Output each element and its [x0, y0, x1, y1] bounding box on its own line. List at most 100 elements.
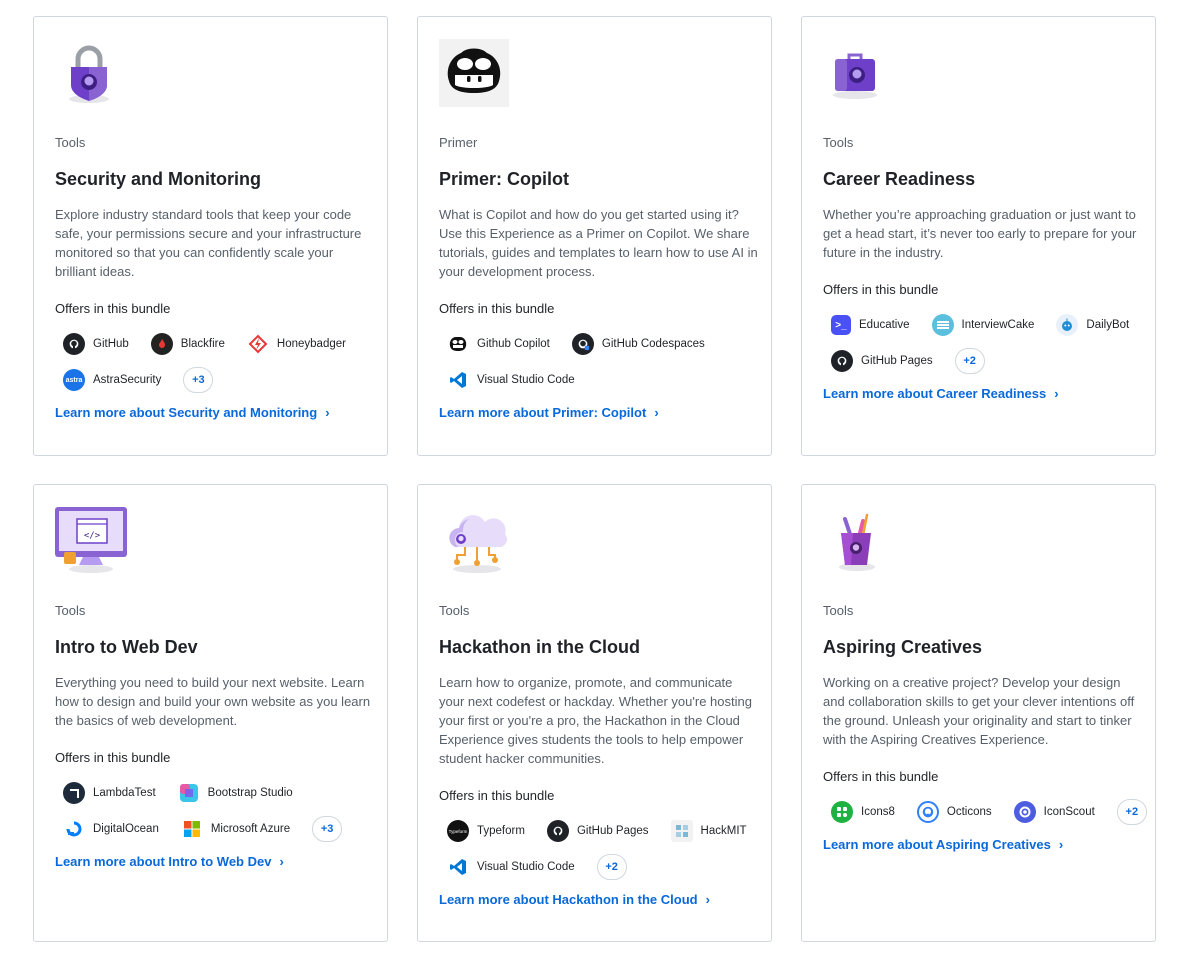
offer-name: IconScout [1043, 806, 1095, 818]
card-title: Career Readiness [823, 169, 976, 189]
bundle-card-security: Tools Security and Monitoring Explore in… [33, 16, 388, 456]
learn-more-link[interactable]: Learn more about Hackathon in the Cloud › [439, 892, 710, 908]
offer-octicons[interactable]: Octicons [916, 799, 992, 825]
bundle-card-webdev: </> Tools Intro to Web Dev Everything yo… [33, 484, 388, 942]
chevron-right-icon: › [279, 854, 284, 869]
offer-github[interactable]: GitHub [63, 331, 129, 357]
vscode-logo-icon [447, 369, 469, 391]
more-offers-badge[interactable]: +3 [312, 816, 343, 842]
offer-name: GitHub Pages [861, 355, 933, 367]
card-title: Aspiring Creatives [823, 637, 983, 657]
offer-name: DigitalOcean [93, 823, 159, 835]
card-category: Tools [55, 603, 86, 618]
offer-typeform[interactable]: Typeform Typeform [447, 818, 525, 844]
offer-name: Visual Studio Code [477, 861, 575, 873]
learn-more-label: Learn more about Career Readiness [823, 386, 1047, 401]
offers-list: >_ Educative InterviewCake DailyBot GitH… [823, 312, 1153, 374]
learn-more-link[interactable]: Learn more about Security and Monitoring… [55, 405, 330, 421]
card-description: Learn how to organize, promote, and comm… [439, 675, 752, 766]
learn-more-label: Learn more about Intro to Web Dev [55, 854, 272, 869]
octicons-logo-icon [916, 801, 939, 823]
github-logo-icon [63, 333, 85, 355]
card-category: Primer [439, 135, 478, 150]
learn-more-link[interactable]: Learn more about Aspiring Creatives › [823, 837, 1063, 853]
learn-more-label: Learn more about Hackathon in the Cloud [439, 892, 698, 907]
chevron-right-icon: › [705, 892, 710, 907]
offer-astrasecurity[interactable]: astra AstraSecurity [63, 367, 161, 393]
chevron-right-icon: › [1054, 386, 1059, 401]
offer-digitalocean[interactable]: DigitalOcean [63, 816, 159, 842]
card-description: Explore industry standard tools that kee… [55, 207, 362, 279]
offer-github-pages[interactable]: GitHub Pages [831, 348, 933, 374]
learn-more-link[interactable]: Learn more about Intro to Web Dev › [55, 854, 284, 870]
offer-name: Icons8 [861, 806, 895, 818]
card-title: Primer: Copilot [439, 169, 570, 189]
offer-bootstrap-studio[interactable]: Bootstrap Studio [178, 780, 293, 806]
offer-honeybadger[interactable]: Honeybadger [246, 331, 346, 357]
typeform-logo-icon: Typeform [447, 820, 469, 842]
copilot-icon [439, 39, 509, 107]
offer-name: Microsoft Azure [210, 823, 291, 835]
bundle-card-copilot: Primer Primer: Copilot What is Copilot a… [417, 16, 772, 456]
offer-name: GitHub [93, 338, 129, 350]
offers-label: Offers in this bundle [823, 282, 939, 297]
github-logo-icon [546, 820, 569, 842]
offer-vscode[interactable]: Visual Studio Code [447, 367, 575, 393]
offers-label: Offers in this bundle [823, 769, 939, 784]
briefcase-icon [833, 53, 877, 99]
vscode-logo-icon [447, 856, 469, 878]
offers-label: Offers in this bundle [55, 750, 171, 765]
card-category: Tools [55, 135, 86, 150]
github-logo-icon [831, 350, 853, 372]
bundle-card-creatives: Tools Aspiring Creatives Working on a cr… [801, 484, 1156, 942]
offer-microsoft-azure[interactable]: Microsoft Azure [181, 816, 290, 842]
iconscout-logo-icon [1013, 801, 1036, 823]
offers-label: Offers in this bundle [439, 788, 555, 803]
learn-more-label: Learn more about Primer: Copilot [439, 405, 647, 420]
card-description: What is Copilot and how do you get start… [439, 207, 758, 279]
offer-dailybot[interactable]: DailyBot [1056, 312, 1129, 338]
chevron-right-icon: › [325, 405, 330, 420]
padlock-github-icon [69, 45, 109, 103]
chevron-right-icon: › [1058, 837, 1064, 852]
offer-name: Bootstrap Studio [207, 787, 293, 799]
card-description: Whether you’re approaching graduation or… [823, 207, 1137, 260]
learn-more-link[interactable]: Learn more about Career Readiness › [823, 386, 1059, 402]
microsoft-logo-icon [181, 818, 203, 840]
offer-name: Honeybadger [276, 338, 346, 350]
learn-more-label: Learn more about Aspiring Creatives [823, 837, 1051, 852]
offer-name: Visual Studio Code [477, 374, 575, 386]
offer-name: GitHub Pages [576, 825, 649, 837]
offer-hackmit[interactable]: HackMIT [670, 818, 747, 844]
offer-iconscout[interactable]: IconScout [1013, 799, 1095, 825]
offer-lambdatest[interactable]: LambdaTest [63, 780, 156, 806]
lambdatest-logo-icon [63, 782, 85, 804]
offer-vscode[interactable]: Visual Studio Code [447, 854, 575, 880]
more-offers-badge[interactable]: +2 [954, 348, 985, 374]
card-title: Intro to Web Dev [55, 637, 198, 657]
digitalocean-logo-icon [63, 818, 85, 840]
bootstrap-studio-logo-icon [178, 782, 200, 804]
offer-github-pages[interactable]: GitHub Pages [546, 818, 649, 844]
more-offers-badge[interactable]: +3 [183, 367, 214, 393]
blackfire-logo-icon [150, 333, 173, 355]
honeybadger-logo-icon [246, 333, 269, 355]
learn-more-link[interactable]: Learn more about Primer: Copilot › [439, 405, 659, 421]
offer-name: GitHub Codespaces [601, 338, 705, 350]
offer-name: AstraSecurity [93, 374, 162, 386]
offer-icons8[interactable]: Icons8 [831, 799, 895, 825]
educative-logo-icon: >_ [831, 315, 851, 335]
chevron-right-icon: › [654, 405, 659, 420]
card-category: Tools [439, 603, 470, 618]
offer-github-copilot[interactable]: Github Copilot [447, 331, 550, 357]
offer-github-codespaces[interactable]: GitHub Codespaces [571, 331, 705, 357]
monitor-code-icon: </> [55, 507, 127, 573]
more-offers-badge[interactable]: +2 [1116, 799, 1147, 825]
more-offers-badge[interactable]: +2 [596, 854, 627, 880]
bundle-card-career: Tools Career Readiness Whether you’re ap… [801, 16, 1156, 456]
pencil-cup-icon [839, 513, 875, 571]
card-category: Tools [823, 603, 854, 618]
offer-educative[interactable]: >_ Educative [831, 312, 910, 338]
offer-blackfire[interactable]: Blackfire [150, 331, 225, 357]
offer-interviewcake[interactable]: InterviewCake [931, 312, 1034, 338]
